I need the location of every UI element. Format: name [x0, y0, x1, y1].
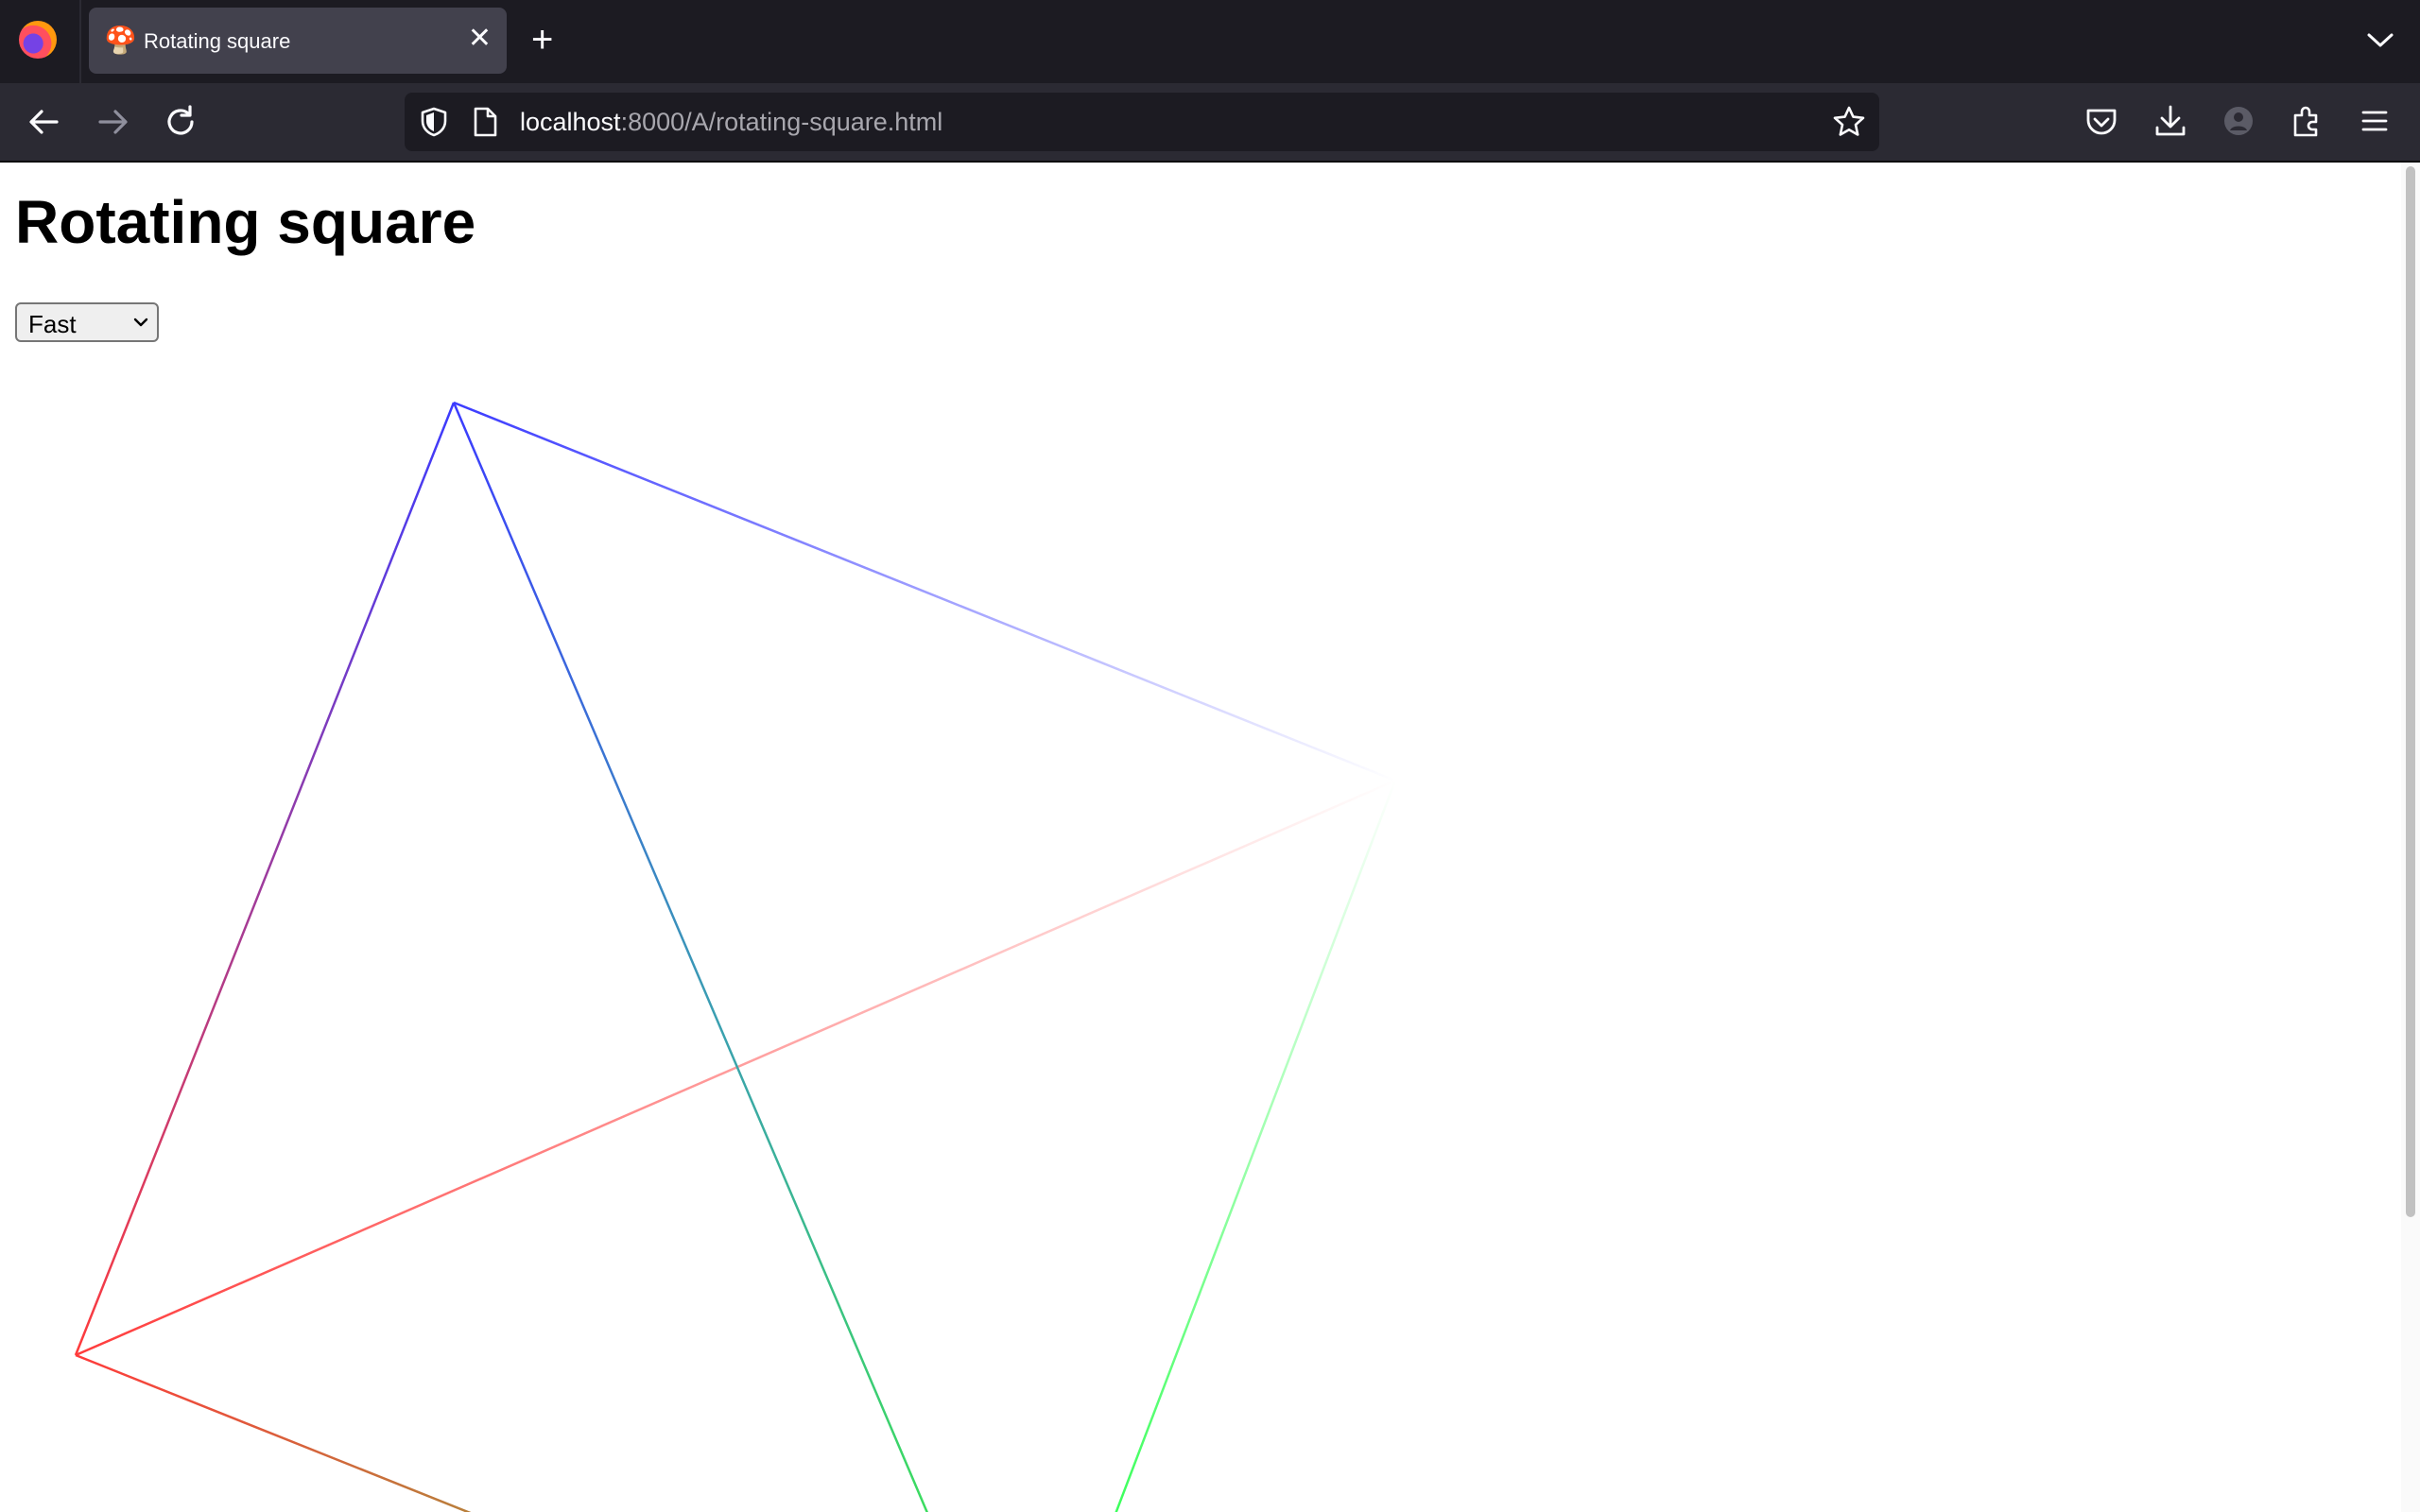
address-bar[interactable]: localhost:8000/A/rotating-square.html	[405, 93, 1879, 151]
square-diagonal-teal	[452, 402, 928, 1512]
new-tab-icon[interactable]: +	[531, 19, 553, 60]
tab-title: Rotating square	[144, 29, 291, 53]
scrollbar-thumb[interactable]	[2406, 166, 2415, 1217]
tab-rotating-square[interactable]: 🍄 Rotating square ✕	[89, 8, 507, 74]
tab-bar: 🍄 Rotating square ✕ +	[0, 0, 2420, 83]
url-path: :8000/A/rotating-square.html	[620, 108, 943, 136]
square-edge-left	[74, 402, 456, 1356]
square-edge-top	[453, 401, 1396, 782]
bookmark-star-icon[interactable]	[1832, 105, 1866, 139]
back-arrow-icon[interactable]	[23, 100, 66, 144]
page-icon[interactable]	[471, 106, 499, 138]
chevron-down-icon[interactable]	[2361, 21, 2399, 59]
chevron-down-icon	[133, 318, 148, 327]
page-title: Rotating square	[15, 188, 476, 256]
tab-separator	[79, 0, 81, 83]
account-icon[interactable]	[2220, 102, 2257, 140]
square-edge-right	[1115, 780, 1397, 1512]
shield-icon[interactable]	[418, 106, 450, 138]
speed-select-value: Fast	[28, 310, 77, 338]
pocket-icon[interactable]	[2083, 104, 2119, 140]
url-host: localhost	[520, 108, 621, 136]
extensions-puzzle-icon[interactable]	[2288, 102, 2325, 140]
rotating-square-canvas[interactable]	[0, 163, 2401, 1512]
close-tab-icon[interactable]: ✕	[468, 23, 492, 55]
navigation-bar: localhost:8000/A/rotating-square.html	[0, 83, 2420, 163]
forward-arrow-icon[interactable]	[91, 100, 134, 144]
favicon-icon: 🍄	[104, 26, 137, 55]
vertical-scrollbar[interactable]	[2401, 163, 2420, 1512]
hamburger-menu-icon[interactable]	[2356, 102, 2394, 140]
speed-select[interactable]: Fast	[15, 302, 159, 342]
firefox-logo-icon[interactable]	[19, 21, 57, 59]
page-viewport: Rotating square Fast	[0, 163, 2401, 1512]
square-diagonal-red	[75, 779, 1396, 1357]
download-icon[interactable]	[2152, 102, 2189, 140]
url-text[interactable]: localhost:8000/A/rotating-square.html	[520, 108, 942, 137]
reload-icon[interactable]	[159, 100, 202, 144]
square-edge-bottom	[75, 1353, 472, 1512]
